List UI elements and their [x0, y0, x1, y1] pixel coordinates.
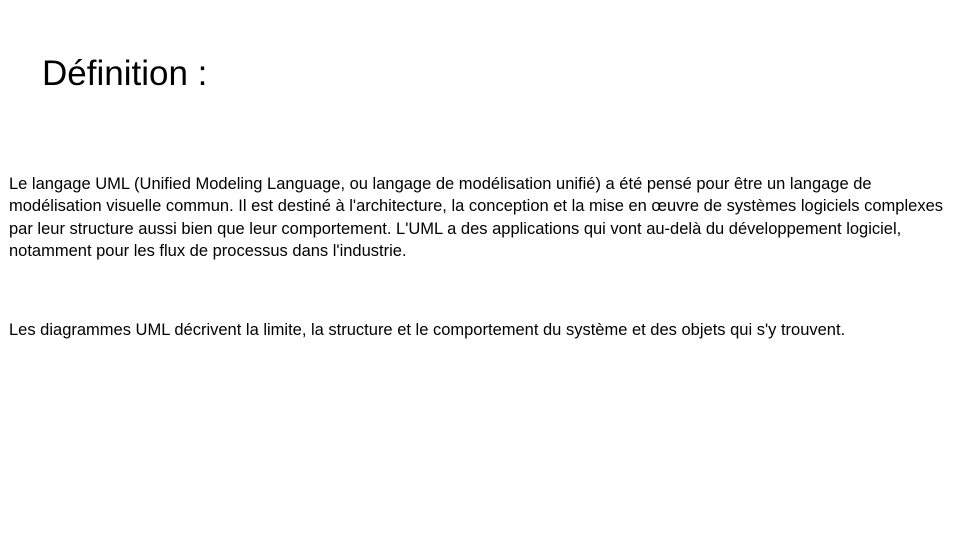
paragraph-uml-definition: Le langage UML (Unified Modeling Languag… [9, 175, 943, 260]
slide-title: Définition : [42, 54, 208, 93]
paragraph-uml-diagrams: Les diagrammes UML décrivent la limite, … [9, 321, 846, 339]
slide: Définition : Le langage UML (Unified Mod… [0, 0, 960, 540]
